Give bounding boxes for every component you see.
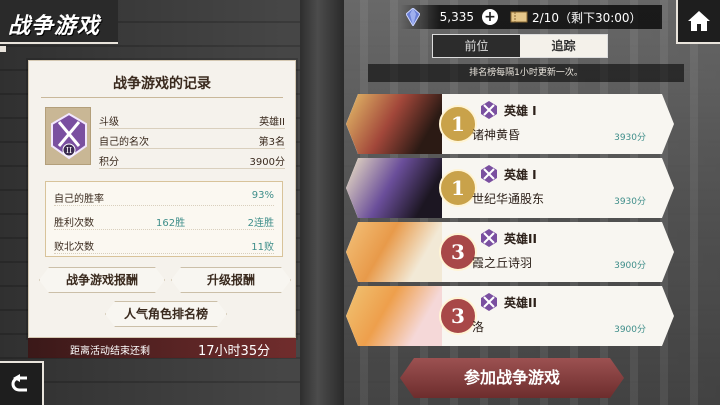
tier-value: 英雄II <box>259 117 285 128</box>
record-panel: 战争游戏的记录 II 斗级 英雄II 自己的名次 第3名 积分 3900分 自己… <box>28 60 296 338</box>
gem-count: 5,335 <box>439 10 474 24</box>
win-rate-value: 93% <box>251 190 274 201</box>
add-gems-button[interactable]: + <box>482 9 498 25</box>
player-score: 3930分 <box>614 197 646 207</box>
currency-bar: 5,335 + 2/10（剩下30:00） <box>400 5 662 29</box>
rank-number: 1 <box>451 112 465 136</box>
character-portrait <box>346 222 442 282</box>
player-score: 3900分 <box>614 325 646 335</box>
record-title: 战争游戏的记录 <box>113 76 211 92</box>
crossed-swords-icon: II <box>51 112 87 160</box>
event-countdown: 距离活动结束还剩 17小时35分 <box>28 338 296 359</box>
tier-row: 斗级 英雄II <box>99 109 285 129</box>
popularity-ranking-button[interactable]: 人气角色排名榜 <box>105 301 227 327</box>
rank-number: 3 <box>451 304 465 328</box>
wins-label: 胜利次数 <box>54 218 94 229</box>
back-arrow-icon <box>11 374 27 392</box>
tier-icon <box>480 164 498 184</box>
losses-row: 败北次数 11败 <box>54 232 274 254</box>
character-portrait <box>346 94 442 154</box>
ranking-card[interactable]: 3 英雄II 霞之丘诗羽 3900分 <box>346 222 674 282</box>
background-pillar <box>300 0 344 405</box>
wins-row: 胜利次数 162胜 2连胜 <box>54 208 274 230</box>
player-tier: 英雄II <box>504 232 537 246</box>
ticket-icon <box>510 11 528 23</box>
rank-number: 3 <box>451 240 465 264</box>
tier-icon <box>480 292 498 312</box>
own-rank-row: 自己的名次 第3名 <box>99 129 285 149</box>
ranking-card[interactable]: 1 英雄 I 诸神黄昏 3930分 <box>346 94 674 154</box>
win-rate-row: 自己的胜率 93% <box>54 184 274 206</box>
player-tier: 英雄 I <box>504 104 537 118</box>
countdown-label: 距离活动结束还剩 <box>70 346 150 357</box>
title-bar: 战争游戏 <box>0 0 118 44</box>
title-accent <box>0 46 6 52</box>
player-name: 洛 <box>472 320 485 334</box>
tier-icon <box>480 100 498 120</box>
war-game-reward-button[interactable]: 战争游戏报酬 <box>39 267 165 293</box>
page-title: 战争游戏 <box>8 14 101 39</box>
join-war-game-button[interactable]: 参加战争游戏 <box>400 358 624 398</box>
win-rate-label: 自己的胜率 <box>54 194 104 205</box>
wins-count: 162胜 <box>156 218 186 229</box>
player-score: 3930分 <box>614 133 646 143</box>
rank-emblem-numeral: II <box>66 146 72 155</box>
own-rank-value: 第3名 <box>258 137 285 148</box>
player-score: 3900分 <box>614 261 646 271</box>
rank-emblem: II <box>45 107 91 165</box>
tab-top[interactable]: 前位 <box>433 35 520 57</box>
own-rank-label: 自己的名次 <box>99 137 149 148</box>
ticket-count: 2/10（剩下30:00） <box>532 10 642 25</box>
home-button[interactable] <box>676 0 720 44</box>
player-name: 霞之丘诗羽 <box>472 256 533 270</box>
character-portrait <box>346 158 442 218</box>
points-row: 积分 3900分 <box>99 149 285 169</box>
home-icon <box>688 11 710 31</box>
player-tier: 英雄II <box>504 296 537 310</box>
ranking-tabs: 前位 追踪 <box>432 34 608 58</box>
tier-icon <box>480 228 498 248</box>
player-tier: 英雄 I <box>504 168 537 182</box>
points-value: 3900分 <box>249 157 285 168</box>
player-name: 诸神黄昏 <box>472 128 521 142</box>
back-button[interactable] <box>0 361 44 405</box>
stats-box: 自己的胜率 93% 胜利次数 162胜 2连胜 败北次数 11败 <box>45 181 283 257</box>
ranking-card[interactable]: 1 英雄 I 世纪华通股东 3930分 <box>346 158 674 218</box>
player-name: 世纪华通股东 <box>472 192 545 206</box>
upgrade-reward-button[interactable]: 升级报酬 <box>171 267 291 293</box>
tab-tracking[interactable]: 追踪 <box>520 35 607 57</box>
tier-label: 斗级 <box>99 117 119 128</box>
win-streak: 2连胜 <box>247 218 274 229</box>
character-portrait <box>346 286 442 346</box>
points-label: 积分 <box>99 157 119 168</box>
gem-icon <box>406 8 420 26</box>
losses-value: 11败 <box>251 242 274 253</box>
rank-number: 1 <box>451 176 465 200</box>
losses-label: 败北次数 <box>54 242 94 253</box>
countdown-time: 17小时35分 <box>198 344 271 359</box>
ranking-card[interactable]: 3 英雄II 洛 3900分 <box>346 286 674 346</box>
divider <box>41 97 283 98</box>
ranking-update-note: 排名榜每隔1小时更新一次。 <box>368 64 684 82</box>
